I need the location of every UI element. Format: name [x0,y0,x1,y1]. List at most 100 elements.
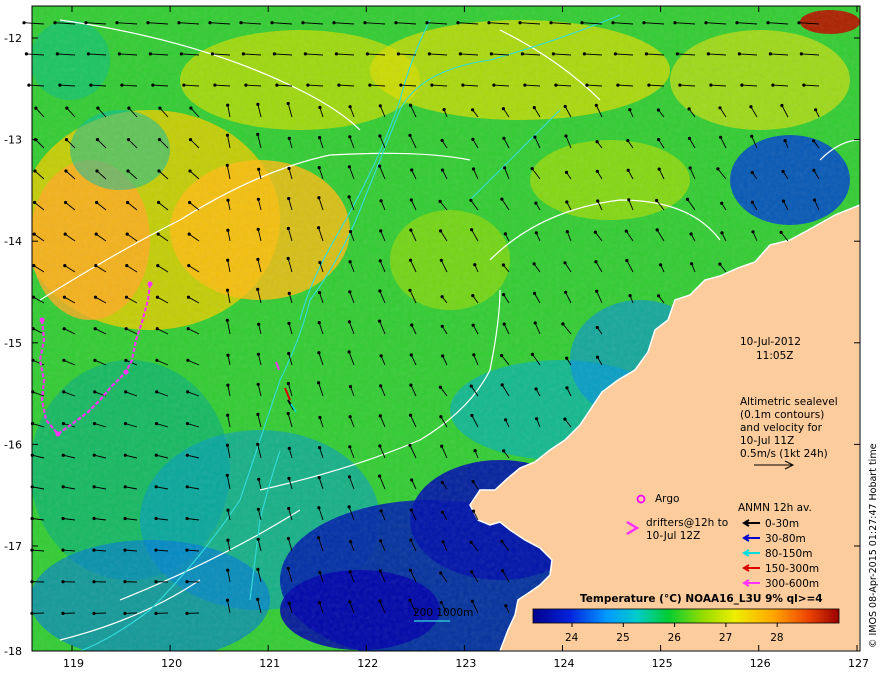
velocity-arrowhead [92,611,96,616]
velocity-arrowhead [687,107,691,111]
velocity-arrowhead [347,165,351,169]
velocity-arrowhead [396,52,400,56]
velocity-arrowhead [409,383,413,387]
sst-map: -12 -13 -14 -15 -16 -17 -18 119 120 121 122 123 124… [4,5,879,670]
velocity-arrowhead [595,169,599,173]
velocity-arrowhead [470,413,474,418]
velocity-arrowhead [533,321,537,325]
velocity-arrowhead [348,290,352,294]
velocity-arrowhead [628,108,632,112]
velocity-arrowhead [318,291,322,295]
velocity-arrowhead [120,83,124,87]
velocity-arrowhead [318,601,322,605]
velocity-arrowhead [408,288,412,292]
svg-text:0.5m/s (1kt 24h): 0.5m/s (1kt 24h) [740,448,828,460]
velocity-arrowhead [409,198,413,202]
velocity-arrowhead [379,539,383,543]
velocity-arrowhead [594,103,598,107]
velocity-arrowhead [226,228,230,232]
velocity-arrowhead [533,135,537,139]
velocity-arrowhead [64,200,68,205]
velocity-arrowhead [318,446,322,450]
velocity-arrowhead [89,83,93,87]
velocity-arrowhead [62,295,67,299]
velocity-arrowhead [439,415,443,419]
velocity-arrowhead [123,580,127,584]
velocity-arrowhead [532,106,536,110]
velocity-arrowhead [157,138,162,142]
velocity-arrowhead [410,323,414,327]
velocity-arrowhead [489,52,493,56]
velocity-arrowhead [720,231,724,235]
velocity-arrowhead [440,295,444,299]
velocity-arrowhead [716,167,720,171]
velocity-arrowhead [673,21,677,25]
velocity-arrowhead [461,83,465,87]
velocity-arrowhead [64,138,69,142]
sst-field [32,6,860,651]
velocity-arrowhead [347,320,351,324]
velocity-arrowhead [126,138,131,142]
velocity-arrowhead [348,540,353,544]
velocity-arrowhead [348,135,352,139]
velocity-arrowhead [441,354,445,358]
velocity-arrowhead [318,260,322,265]
lon-tick-label: 120 [161,657,182,670]
velocity-arrowhead [225,443,230,447]
velocity-arrowhead [63,264,67,268]
velocity-arrowhead [154,548,158,552]
velocity-arrowhead [226,258,230,262]
velocity-arrowhead [378,164,382,168]
velocity-arrowhead [751,230,755,234]
velocity-arrowhead [347,505,351,509]
velocity-arrowhead [564,170,569,174]
velocity-arrowhead [189,106,193,110]
velocity-arrowhead [65,106,69,110]
velocity-arrowhead [225,163,229,167]
velocity-arrowhead [408,568,413,572]
velocity-arrowhead [34,106,38,110]
velocity-arrowhead [628,294,632,298]
velocity-arrowhead [563,261,567,265]
velocity-arrowhead [61,580,65,584]
velocity-arrowhead [532,291,537,295]
lon-tick-label: 124 [554,657,575,670]
lon-tick-label: 126 [750,657,771,670]
anmn-legend-label: 30-80m [765,533,806,545]
velocity-arrowhead [687,136,692,140]
velocity-arrowhead [565,200,569,204]
velocity-arrowhead [394,21,398,25]
velocity-arrowhead [487,21,491,25]
velocity-arrowhead [378,104,382,108]
velocity-arrowhead [501,263,505,267]
velocity-arrowhead [157,200,161,205]
velocity-arrowhead [347,475,351,479]
velocity-arrowhead [303,52,307,56]
velocity-arrowhead [378,599,382,603]
velocity-arrowhead [704,21,708,25]
velocity-arrowhead [379,354,383,358]
map-date: 10-Jul-2012 [740,336,801,348]
velocity-arrowhead [226,538,230,542]
velocity-arrowhead [812,139,816,143]
velocity-arrowhead [471,137,475,141]
velocity-arrowhead [347,195,351,199]
velocity-arrowhead [62,358,66,362]
velocity-arrowhead [348,415,352,419]
velocity-arrowhead [156,264,160,268]
velocity-arrowhead [348,570,352,574]
velocity-arrowhead [501,569,505,573]
velocity-arrowhead [94,264,98,268]
velocity-arrowhead [363,21,367,25]
depth-contour-legend: 200 1000m [413,607,473,622]
velocity-arrowhead [438,385,442,389]
velocity-arrowhead [317,321,321,325]
velocity-arrowhead [348,445,352,449]
velocity-arrowhead [500,539,504,543]
velocity-arrowhead [186,390,190,394]
velocity-arrowhead [719,135,723,139]
map-time: 11:05Z [756,350,793,362]
velocity-arrowhead [472,353,476,357]
velocity-arrowhead [287,321,291,325]
velocity-arrowhead [186,327,190,331]
